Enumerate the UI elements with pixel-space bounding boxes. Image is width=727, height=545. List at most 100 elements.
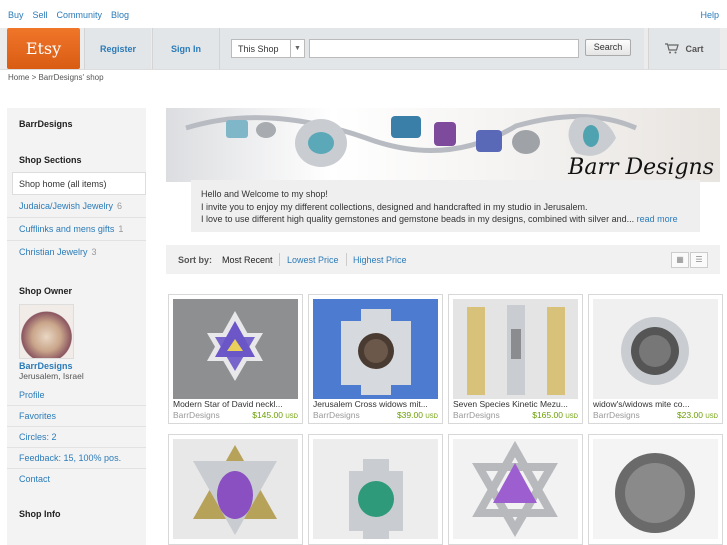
shop-name: BarrDesigns — [19, 119, 73, 129]
register-button[interactable]: Register — [84, 28, 151, 69]
list-view-icon[interactable]: ☰ — [690, 252, 708, 268]
listing-image — [313, 439, 438, 539]
section-cufflinks[interactable]: Cufflinks and mens gifts 1 — [7, 218, 146, 241]
shop-sidebar: BarrDesigns Shop Sections Shop home (all… — [7, 108, 146, 545]
announcement-line: I invite you to enjoy my different colle… — [201, 201, 588, 212]
shop-announcement: Hello and Welcome to my shop! I invite y… — [191, 180, 700, 232]
banner-title: Barr Designs — [568, 155, 714, 180]
section-label: Judaica/Jewish Jewelry — [19, 201, 114, 211]
link-label: Circles: 2 — [19, 432, 57, 442]
announcement-line: I love to use different high quality gem… — [201, 213, 690, 226]
section-christian[interactable]: Christian Jewelry 3 — [7, 241, 146, 264]
listing-image — [453, 439, 578, 539]
listing-shop: BarrDesigns — [313, 410, 360, 420]
section-label: Shop home (all items) — [19, 179, 107, 189]
price-value: $145.00 — [252, 410, 283, 420]
listing-card[interactable]: Modern Star of David neckl... BarrDesign… — [168, 294, 303, 424]
profile-link[interactable]: Profile — [7, 385, 146, 406]
search-bar: This Shop ▼ Search — [219, 28, 644, 69]
listing-card[interactable] — [448, 434, 583, 545]
divider — [346, 253, 347, 266]
sort-lowest-price[interactable]: Lowest Price — [287, 255, 339, 265]
listing-image — [173, 299, 298, 399]
announcement-line: Hello and Welcome to my shop! — [201, 189, 328, 199]
search-input[interactable] — [309, 39, 579, 58]
listing-image — [313, 299, 438, 399]
read-more-link[interactable]: read more — [637, 214, 678, 224]
search-button[interactable]: Search — [585, 39, 631, 56]
circles-link[interactable]: Circles: 2 — [7, 427, 146, 448]
buy-link[interactable]: Buy — [8, 10, 24, 20]
breadcrumb: Home > BarrDesigns' shop — [8, 73, 104, 82]
listing-title: Seven Species Kinetic Mezu... — [453, 399, 568, 409]
listing-image — [593, 299, 718, 399]
price-value: $23.00 — [676, 410, 703, 420]
sort-highest-price[interactable]: Highest Price — [353, 255, 407, 265]
favorites-link[interactable]: Favorites — [7, 406, 146, 427]
sort-most-recent[interactable]: Most Recent — [222, 255, 273, 265]
section-shop-home[interactable]: Shop home (all items) — [12, 172, 146, 195]
divider — [279, 253, 280, 266]
listing-card[interactable] — [588, 434, 723, 545]
cart-button[interactable]: Cart — [648, 28, 720, 69]
section-count: 1 — [118, 224, 124, 234]
shop-sections-title: Shop Sections — [19, 155, 82, 165]
top-nav-links: Buy Sell Community Blog — [8, 10, 129, 20]
listing-price: $23.00 USD — [677, 410, 718, 420]
listing-price: $39.00 USD — [397, 410, 438, 420]
owner-avatar[interactable] — [19, 304, 74, 359]
listing-card[interactable]: widow's/widows mite co... BarrDesigns $2… — [588, 294, 723, 424]
listing-shop: BarrDesigns — [173, 410, 220, 420]
blog-link[interactable]: Blog — [111, 10, 129, 20]
announcement-text: I love to use different high quality gem… — [201, 214, 635, 224]
listing-card[interactable]: Jerusalem Cross widows mit... BarrDesign… — [308, 294, 443, 424]
feedback-link[interactable]: Feedback: 15, 100% pos. — [7, 448, 146, 469]
listing-shop: BarrDesigns — [593, 410, 640, 420]
contact-link[interactable]: Contact — [7, 469, 146, 490]
etsy-logo[interactable]: Etsy — [7, 28, 80, 69]
section-label: Cufflinks and mens gifts — [19, 224, 115, 234]
link-label: Favorites — [19, 411, 57, 421]
grid-view-icon[interactable]: ▦ — [671, 252, 689, 268]
chevron-down-icon: ▼ — [290, 40, 304, 57]
listing-image — [173, 439, 298, 539]
listing-card[interactable]: Seven Species Kinetic Mezu... BarrDesign… — [448, 294, 583, 424]
sell-link[interactable]: Sell — [33, 10, 48, 20]
price-currency: USD — [285, 414, 298, 420]
help-link[interactable]: Help — [700, 10, 719, 20]
section-judaica[interactable]: Judaica/Jewish Jewelry 6 — [7, 195, 146, 218]
owner-name-row: BarrDesigns — [7, 361, 146, 371]
section-count: 3 — [91, 247, 97, 257]
listing-image — [453, 299, 578, 399]
listing-card[interactable] — [168, 434, 303, 545]
listing-title: widow's/widows mite co... — [593, 399, 690, 409]
listing-shop: BarrDesigns — [453, 410, 500, 420]
listing-price: $145.00 USD — [252, 410, 298, 420]
search-scope-select[interactable]: This Shop ▼ — [231, 39, 305, 58]
top-nav: Buy Sell Community Blog Help — [0, 0, 727, 28]
community-link[interactable]: Community — [57, 10, 103, 20]
price-currency: USD — [565, 414, 578, 420]
link-label: Contact — [19, 474, 51, 484]
price-currency: USD — [705, 414, 718, 420]
owner-location: Jerusalem, Israel — [19, 371, 84, 381]
price-value: $165.00 — [532, 410, 563, 420]
search-scope-value: This Shop — [238, 44, 279, 54]
listing-card[interactable] — [308, 434, 443, 545]
link-label: Feedback: 15, 100% pos. — [19, 453, 122, 463]
link-label: Profile — [19, 390, 45, 400]
sort-label: Sort by: — [178, 255, 213, 265]
shop-info-title: Shop Info — [19, 509, 61, 519]
shop-banner: Barr Designs — [166, 108, 720, 182]
listing-price: $165.00 USD — [532, 410, 578, 420]
shop-owner-title: Shop Owner — [19, 286, 73, 296]
price-currency: USD — [425, 414, 438, 420]
listing-title: Jerusalem Cross widows mit... — [313, 399, 428, 409]
sort-bar: Sort by: Most Recent Lowest Price Highes… — [166, 245, 720, 274]
section-count: 6 — [117, 201, 123, 211]
owner-name-link[interactable]: BarrDesigns — [19, 361, 73, 371]
listing-image — [593, 439, 718, 539]
sign-in-button[interactable]: Sign In — [152, 28, 219, 69]
price-value: $39.00 — [396, 410, 423, 420]
listing-title: Modern Star of David neckl... — [173, 399, 283, 409]
